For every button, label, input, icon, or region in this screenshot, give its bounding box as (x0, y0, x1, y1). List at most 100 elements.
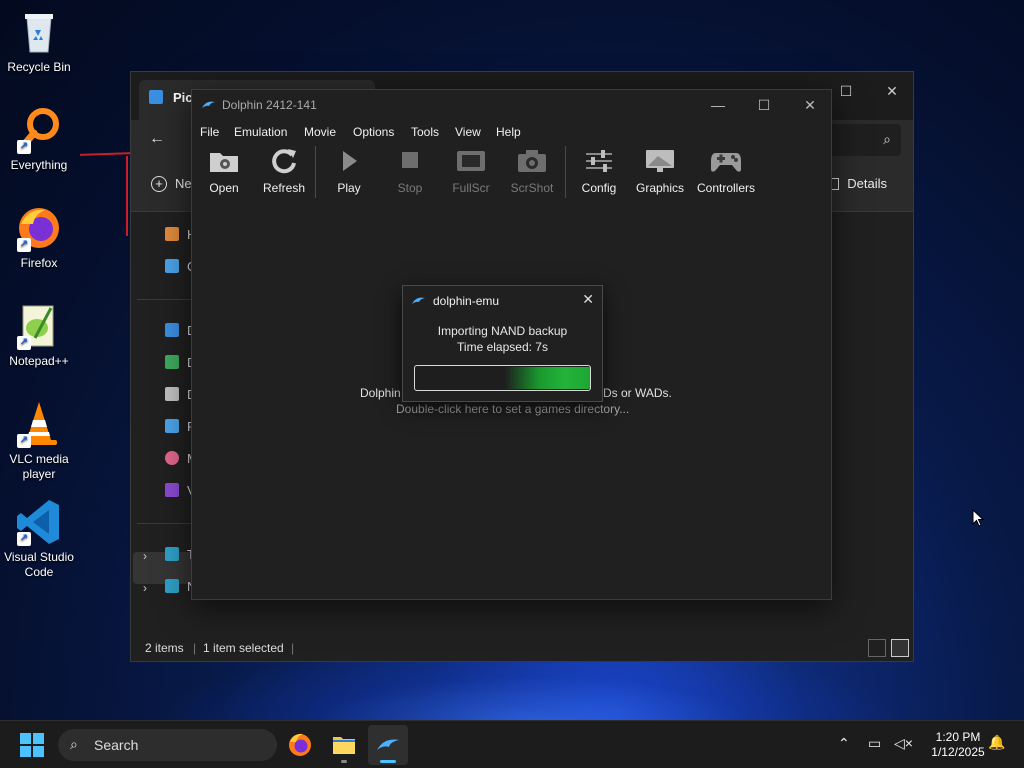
list-view-toggle-icon[interactable] (868, 639, 886, 657)
new-button[interactable]: + Ne (151, 176, 192, 192)
dolphin-maximize-button[interactable]: ☐ (741, 92, 787, 118)
toolbar-label: Graphics (635, 181, 685, 195)
desktop-icon-everything[interactable]: ↗ Everything (0, 106, 78, 173)
taskbar-clock[interactable]: 1:20 PM 1/12/2025 (918, 730, 998, 760)
toolbar-label: Config (581, 181, 617, 195)
stop-button[interactable]: Stop (381, 144, 439, 195)
start-button[interactable] (20, 733, 44, 757)
desktop-icon-notepadpp[interactable]: ↗ Notepad++ (0, 302, 78, 369)
menu-movie[interactable]: Movie (304, 125, 336, 139)
desktop-icon-label: Notepad++ (9, 354, 69, 368)
toolbar-label: FullScr (452, 181, 490, 195)
toolbar-label: Controllers (696, 181, 756, 195)
desktop-icon-recycle-bin[interactable]: Recycle Bin (0, 8, 78, 75)
nand-import-progress-dialog[interactable]: dolphin-emu ✕ Importing NAND backup Time… (402, 285, 603, 402)
controllers-button[interactable]: Controllers (693, 144, 759, 195)
fullscreen-button[interactable]: FullScr (442, 144, 500, 195)
video-icon (165, 483, 179, 497)
menu-tools[interactable]: Tools (411, 125, 439, 139)
vscode-icon: ↗ (15, 498, 63, 546)
windows-logo-pane (33, 733, 44, 744)
pictures-folder-icon (149, 90, 163, 104)
desktop-icon-vscode[interactable]: ↗ Visual Studio Code (0, 498, 78, 580)
taskbar-firefox[interactable] (280, 725, 320, 765)
taskbar-file-explorer[interactable] (324, 725, 364, 765)
firefox-icon: ↗ (15, 204, 63, 252)
shortcut-arrow-icon: ↗ (17, 140, 31, 154)
chevron-right-icon[interactable]: › (143, 549, 147, 563)
windows-logo-pane (33, 746, 44, 757)
menu-help[interactable]: Help (496, 125, 521, 139)
windows-logo-pane (20, 746, 31, 757)
back-arrow-icon[interactable]: ← (149, 130, 165, 148)
red-annotation-stroke (126, 156, 128, 236)
explorer-close-button[interactable]: ✕ (869, 78, 915, 104)
menu-emulation[interactable]: Emulation (234, 125, 287, 139)
dolphin-titlebar[interactable]: Dolphin 2412-141 — ☐ ✕ (192, 90, 831, 122)
toolbar-label: Open (209, 181, 239, 195)
desktop-icon-vlc[interactable]: ↗ VLC media player (0, 400, 78, 482)
open-button[interactable]: Open (195, 144, 253, 195)
monitor-icon (644, 147, 676, 175)
dialog-title: dolphin-emu (433, 294, 500, 308)
game-list-empty-message[interactable]: Dolphin (360, 386, 401, 400)
status-divider: | (193, 641, 197, 655)
taskbar: ⌕ Search ⌃ ▭ ◁× 1:20 PM 1/12/2025 🔔 (0, 720, 1024, 768)
desktop-icon-label: Firefox (20, 256, 58, 270)
folder-icon (333, 737, 355, 754)
progress-bar (414, 365, 591, 391)
menu-view[interactable]: View (455, 125, 481, 139)
search-icon: ⌕ (70, 736, 78, 752)
details-button-label: Details (847, 176, 887, 191)
speaker-muted-icon[interactable]: ◁× (894, 735, 913, 752)
toolbar-label: Play (337, 181, 361, 195)
active-app-indicator (380, 760, 396, 763)
dolphin-toolbar: Open Refresh Play Stop FullScr ScrShot C… (192, 144, 831, 200)
details-button[interactable]: Details (825, 176, 887, 191)
desktop-icon-label: Everything (10, 158, 68, 172)
toolbar-separator (315, 146, 316, 198)
desktop-icon-firefox[interactable]: ↗ Firefox (0, 204, 78, 271)
refresh-button[interactable]: Refresh (255, 144, 313, 195)
recycle-bin-icon (15, 8, 63, 56)
network-icon (165, 579, 179, 593)
mouse-cursor-icon (972, 509, 984, 527)
menu-file[interactable]: File (200, 125, 219, 139)
download-icon (165, 355, 179, 369)
taskbar-dolphin[interactable] (368, 725, 408, 765)
set-games-directory-hint[interactable]: Double-click here to set a games directo… (396, 402, 629, 416)
toolbar-label: Refresh (262, 181, 306, 195)
notification-bell-icon[interactable]: 🔔 (988, 734, 1005, 751)
graphics-button[interactable]: Graphics (631, 144, 689, 195)
network-icon[interactable]: ▭ (868, 735, 881, 752)
vlc-cone-icon: ↗ (15, 400, 63, 448)
config-button[interactable]: Config (570, 144, 628, 195)
chevron-up-icon[interactable]: ⌃ (838, 735, 850, 752)
taskbar-search-label: Search (94, 737, 139, 753)
dolphin-close-button[interactable]: ✕ (787, 92, 833, 118)
dialog-close-icon[interactable]: ✕ (582, 291, 594, 308)
play-icon (333, 147, 365, 175)
home-icon (165, 227, 179, 241)
new-button-label: Ne (175, 176, 192, 191)
camera-icon (516, 147, 548, 175)
taskbar-search-box[interactable]: ⌕ Search (58, 729, 277, 761)
running-indicator (341, 760, 347, 763)
shortcut-arrow-icon: ↗ (17, 532, 31, 546)
document-icon (165, 387, 179, 401)
music-icon (165, 451, 179, 465)
dolphin-minimize-button[interactable]: — (695, 92, 741, 118)
play-button[interactable]: Play (320, 144, 378, 195)
sliders-icon (583, 147, 615, 175)
menu-options[interactable]: Options (353, 125, 394, 139)
tiles-view-toggle-icon[interactable] (891, 639, 909, 657)
everything-search-icon: ↗ (15, 106, 63, 154)
shortcut-arrow-icon: ↗ (17, 238, 31, 252)
chevron-right-icon[interactable]: › (143, 581, 147, 595)
windows-logo-pane (20, 733, 31, 744)
game-list-empty-message-end[interactable]: Ds or WADs. (603, 386, 672, 400)
pictures-icon (165, 419, 179, 433)
progress-bar-busy-fill (505, 367, 590, 389)
screenshot-button[interactable]: ScrShot (503, 144, 561, 195)
toolbar-label: ScrShot (510, 181, 554, 195)
